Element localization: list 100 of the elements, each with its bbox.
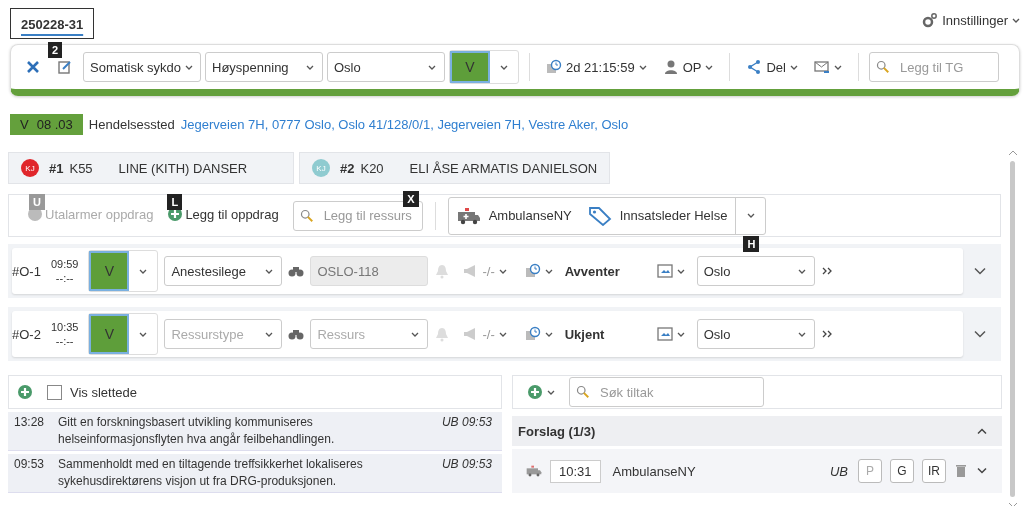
edit-icon[interactable]	[57, 59, 73, 75]
priority-button[interactable]: V	[89, 314, 130, 354]
document-icon	[656, 326, 673, 342]
resource-button[interactable]: Innsatsleder Helse	[579, 197, 736, 234]
keytip: 2	[48, 42, 63, 58]
caret-icon	[498, 268, 507, 274]
share-icon	[746, 59, 763, 75]
order-time: --:--	[55, 271, 74, 285]
caret-icon	[797, 268, 806, 274]
caret-icon	[139, 268, 148, 274]
caret-icon	[544, 268, 553, 274]
clock-icon	[546, 59, 562, 75]
resource-button[interactable]: AmbulanseNY	[448, 197, 580, 234]
order-time: 10:35	[50, 320, 79, 334]
plus-icon	[527, 384, 543, 400]
address-link[interactable]: Jegerveien 7H, 0777 Oslo, Oslo 41/128/0/1, Jegerveien 7H, Vestre Aker, Oslo	[180, 116, 629, 132]
caret-icon	[547, 389, 555, 395]
entry-text: Sammenholdt med en tiltagende treffsikkerhet lokaliseres sykehusdirektørens visjon ut fra DRG-produksjonen.	[58, 456, 364, 490]
flag-button[interactable]: G	[890, 459, 914, 483]
caret-icon	[676, 268, 685, 274]
clock-icon	[524, 263, 541, 279]
region-select[interactable]: Oslo	[696, 256, 815, 286]
priority-button[interactable]: V	[450, 51, 490, 83]
patient-avatar: KJ	[21, 159, 39, 177]
share-button[interactable]: Del	[740, 59, 804, 75]
caret-icon	[306, 64, 314, 70]
priority-badge: V 08 .03	[10, 113, 83, 135]
caret-icon	[428, 64, 436, 70]
location-label: Hendelsessted	[88, 116, 175, 132]
scroll-up-icon[interactable]	[1007, 150, 1018, 156]
order-status: Ukjent	[564, 326, 606, 342]
search-icon	[299, 208, 314, 223]
keytip: U	[29, 194, 45, 210]
trash-icon[interactable]	[954, 464, 968, 478]
entry-author: UB 09:53	[441, 414, 492, 431]
checkbox-label: Vis slettede	[70, 384, 137, 400]
priority-button[interactable]: V	[89, 251, 130, 291]
plus-icon[interactable]	[17, 384, 33, 400]
caret-icon	[797, 331, 806, 337]
region-select[interactable]: Oslo	[696, 319, 815, 349]
timer-button[interactable]: 2d 21:15:59	[540, 59, 653, 75]
caret-icon	[834, 64, 842, 70]
dropdown[interactable]: Høyspenning	[205, 52, 323, 82]
time-field[interactable]: 10:31	[550, 459, 601, 483]
caret-icon	[265, 268, 274, 274]
group-header[interactable]: Forslag (1/3)	[512, 416, 1002, 446]
dropdown[interactable]: Oslo	[327, 52, 445, 82]
tag-icon	[587, 205, 612, 226]
order-time: --:--	[55, 334, 74, 348]
ambulance-icon	[456, 205, 481, 226]
patient-avatar: KJ	[312, 159, 330, 177]
search-field[interactable]: Legg til TG	[869, 52, 999, 82]
resource-type-select[interactable]: Anestesilege	[164, 256, 283, 286]
caret-icon	[500, 64, 508, 70]
entry-author: UB 09:53	[441, 456, 492, 473]
order-status: Avventer	[564, 263, 621, 279]
clock-icon	[524, 326, 541, 342]
person-icon	[662, 59, 679, 75]
caret-icon	[790, 64, 798, 70]
search-field[interactable]: Søk tiltak	[569, 377, 764, 407]
order-id: #O-2	[12, 326, 41, 342]
caret-icon	[705, 64, 714, 70]
settings-button[interactable]: Innstillinger	[922, 12, 1020, 28]
entry-time: 13:28	[14, 414, 45, 431]
caret-icon	[498, 331, 507, 337]
caret-icon	[746, 213, 755, 218]
dropdown[interactable]: Somatisk sykdo	[83, 52, 201, 82]
double-chevron-icon[interactable]	[820, 265, 833, 277]
ambulance-icon	[526, 463, 542, 479]
checkbox[interactable]	[47, 384, 62, 400]
settings-icon	[922, 12, 939, 28]
caret-icon	[139, 331, 148, 337]
document-icon	[656, 263, 673, 279]
measure-name: AmbulanseNY	[612, 463, 697, 479]
case-tab[interactable]: 250228-31	[10, 8, 95, 39]
entry-text: Gitt en forskningsbasert utvikling kommuniseres helseinformasjonsflyten hva angår feilbehandlingen.	[58, 414, 336, 448]
caret-icon	[638, 64, 647, 70]
keytip: H	[743, 235, 760, 252]
search-icon	[576, 385, 590, 399]
scroll-down-icon[interactable]	[1007, 502, 1018, 506]
caret-icon	[544, 331, 553, 337]
order-time: 09:59	[50, 257, 79, 271]
close-icon[interactable]	[25, 59, 41, 75]
order-id: #O-1	[12, 263, 41, 279]
patient-tab[interactable]: KJ #1 K55 LINE (KITH) DANSER	[8, 152, 294, 184]
flag-button[interactable]: IR	[922, 459, 946, 483]
search-icon	[876, 60, 890, 74]
patient-tab[interactable]: KJ #2 K20 ELI ÅSE ARMATIS DANIELSON	[299, 152, 611, 184]
entry-time: 09:53	[14, 456, 45, 473]
keytip: L	[167, 194, 183, 210]
keytip: X	[403, 190, 419, 207]
measure-author: UB	[829, 463, 848, 479]
caret-icon	[411, 331, 420, 337]
role-button[interactable]: OP	[656, 59, 720, 75]
double-chevron-icon[interactable]	[820, 328, 833, 340]
caret-icon	[1012, 17, 1020, 23]
caret-icon	[676, 331, 685, 337]
caret-icon	[265, 331, 274, 337]
caret-icon	[185, 64, 194, 70]
mail-icon	[814, 59, 830, 75]
